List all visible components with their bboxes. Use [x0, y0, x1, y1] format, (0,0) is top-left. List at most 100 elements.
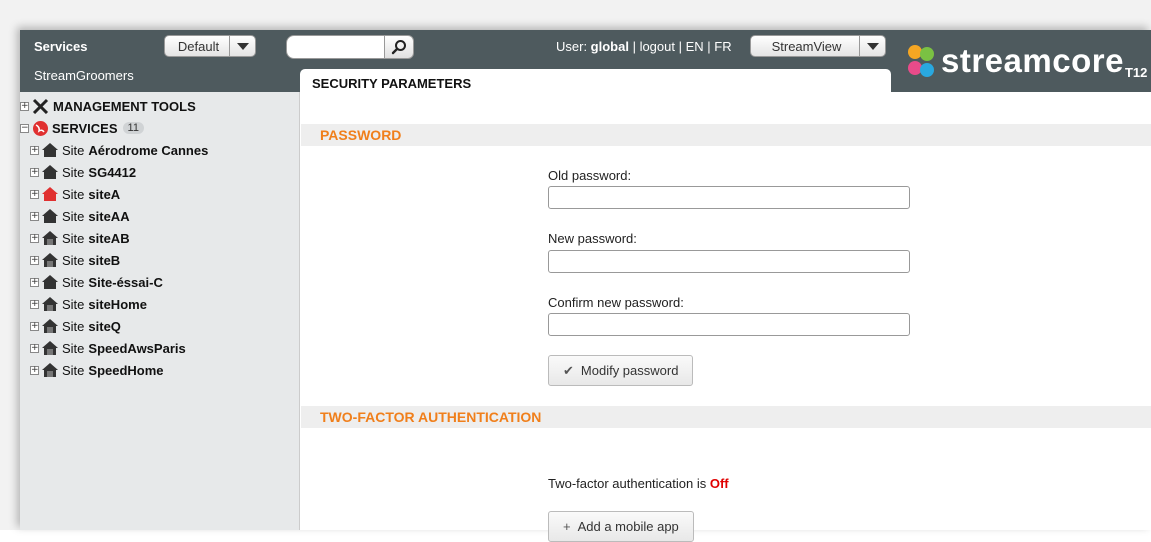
password-section-title: PASSWORD	[301, 124, 1151, 146]
services-tree-label: SERVICES	[52, 120, 118, 136]
logo-suffix: T12	[1124, 64, 1148, 80]
search-button[interactable]	[384, 35, 414, 59]
site-prefix: Site	[62, 230, 85, 246]
chevron-down-icon	[229, 36, 255, 56]
plus-icon: +	[563, 519, 571, 534]
streamgroomers-link[interactable]: StreamGroomers	[34, 68, 134, 83]
tree-item-site[interactable]: + Site siteAB	[30, 228, 130, 248]
site-prefix: Site	[62, 208, 85, 224]
lang-fr-link[interactable]: FR	[714, 39, 731, 54]
streamcore-logo: streamcore T12	[906, 38, 1147, 84]
house-garage-icon	[42, 341, 58, 355]
streamcore-logo-icon	[908, 45, 934, 77]
expand-icon[interactable]: +	[30, 255, 39, 265]
main-panel: PASSWORD Old password: New password: Con…	[301, 95, 1151, 542]
new-password-label: New password:	[548, 231, 637, 246]
house-garage-icon	[42, 231, 58, 245]
user-line: User: global | logout | EN | FR	[556, 39, 732, 54]
old-password-label: Old password:	[548, 168, 632, 183]
site-prefix: Site	[62, 252, 85, 268]
site-prefix: Site	[62, 164, 85, 180]
chevron-down-icon	[859, 36, 885, 56]
site-name: siteB	[88, 252, 121, 268]
house-garage-icon	[42, 253, 58, 267]
site-prefix: Site	[62, 318, 85, 334]
site-prefix: Site	[62, 340, 85, 356]
sidebar-tree: + MANAGEMENT TOOLS − SERVICES 11 + Site Aé…	[20, 92, 300, 530]
site-prefix: Site	[62, 362, 85, 378]
default-select[interactable]: Default	[164, 35, 256, 57]
default-select-value: Default	[177, 38, 220, 54]
screen-frame: Services StreamGroomers Default User: gl…	[0, 0, 1151, 542]
expand-icon[interactable]: +	[30, 211, 39, 221]
expand-icon[interactable]: +	[30, 321, 39, 331]
expand-icon[interactable]: +	[30, 343, 39, 353]
add-mobile-app-button[interactable]: + Add a mobile app	[548, 511, 694, 542]
house-garage-icon	[42, 363, 58, 377]
expand-icon[interactable]: +	[30, 365, 39, 375]
site-name: siteAB	[88, 230, 130, 246]
site-prefix: Site	[62, 186, 85, 202]
app-window: Services StreamGroomers Default User: gl…	[20, 30, 1151, 542]
site-name: SG4412	[88, 164, 137, 180]
house-garage-icon	[42, 319, 58, 333]
house-dark-icon	[42, 275, 58, 289]
old-password-field[interactable]	[548, 186, 910, 209]
new-password-field[interactable]	[548, 250, 910, 273]
check-icon: ✔	[563, 362, 574, 378]
tfa-status-value: Off	[709, 476, 729, 491]
site-name: Site-éssai-C	[88, 274, 163, 290]
expand-icon[interactable]: +	[30, 145, 39, 155]
house-dark-icon	[42, 209, 58, 223]
site-name: siteHome	[88, 296, 147, 312]
confirm-password-field[interactable]	[548, 313, 910, 336]
site-prefix: Site	[62, 296, 85, 312]
site-name: SpeedAwsParis	[88, 340, 186, 356]
tree-item-site[interactable]: + Site siteB	[30, 250, 120, 270]
tree-item-site[interactable]: + Site siteQ	[30, 316, 121, 336]
tfa-section-title: TWO-FACTOR AUTHENTICATION	[301, 406, 1151, 428]
user-prefix: User:	[556, 39, 591, 54]
user-name: global	[590, 39, 629, 54]
tree-item-site[interactable]: + Site siteHome	[30, 294, 147, 314]
house-red-icon	[42, 187, 58, 201]
site-name: siteAA	[88, 208, 130, 224]
site-prefix: Site	[62, 274, 85, 290]
modify-password-button[interactable]: ✔ Modify password	[548, 355, 694, 386]
tree-item-site[interactable]: + Site SpeedAwsParis	[30, 338, 186, 358]
tree-item-site[interactable]: + Site Aérodrome Cannes	[30, 140, 208, 160]
site-name: Aérodrome Cannes	[88, 142, 209, 158]
view-select[interactable]: StreamView	[750, 35, 886, 57]
site-prefix: Site	[62, 142, 85, 158]
collapse-icon[interactable]: −	[20, 123, 29, 133]
management-label: MANAGEMENT TOOLS	[53, 98, 196, 114]
tree-item-site[interactable]: + Site SG4412	[30, 162, 136, 182]
modify-password-label: Modify password	[580, 363, 679, 378]
tree-item-site[interactable]: + Site siteAA	[30, 206, 130, 226]
services-count-badge: 11	[122, 122, 144, 134]
expand-icon[interactable]: +	[30, 167, 39, 177]
site-name: SpeedHome	[88, 362, 164, 378]
add-mobile-app-label: Add a mobile app	[577, 519, 679, 534]
tfa-status-prefix: Two-factor authentication is	[548, 476, 710, 491]
expand-icon[interactable]: +	[30, 189, 39, 199]
tree-item-site[interactable]: + Site siteA	[30, 184, 120, 204]
house-dark-icon	[42, 143, 58, 157]
globe-icon	[33, 120, 48, 136]
expand-icon[interactable]: +	[30, 299, 39, 309]
lang-en-link[interactable]: EN	[686, 39, 704, 54]
expand-icon[interactable]: +	[30, 233, 39, 243]
view-select-value: StreamView	[771, 38, 842, 54]
tree-item-services[interactable]: − SERVICES 11	[20, 118, 144, 138]
search-input[interactable]	[286, 35, 386, 59]
site-name: siteA	[88, 186, 121, 202]
tab-security-parameters[interactable]: SECURITY PARAMETERS	[300, 69, 891, 95]
expand-icon[interactable]: +	[20, 101, 29, 111]
logout-link[interactable]: logout	[640, 39, 675, 54]
tree-item-site[interactable]: + Site SpeedHome	[30, 360, 164, 380]
expand-icon[interactable]: +	[30, 277, 39, 287]
search-box	[286, 35, 418, 59]
tree-item-site[interactable]: + Site Site-éssai-C	[30, 272, 163, 292]
tfa-status: Two-factor authentication is Off	[548, 476, 729, 491]
tree-item-management-tools[interactable]: + MANAGEMENT TOOLS	[20, 96, 196, 116]
